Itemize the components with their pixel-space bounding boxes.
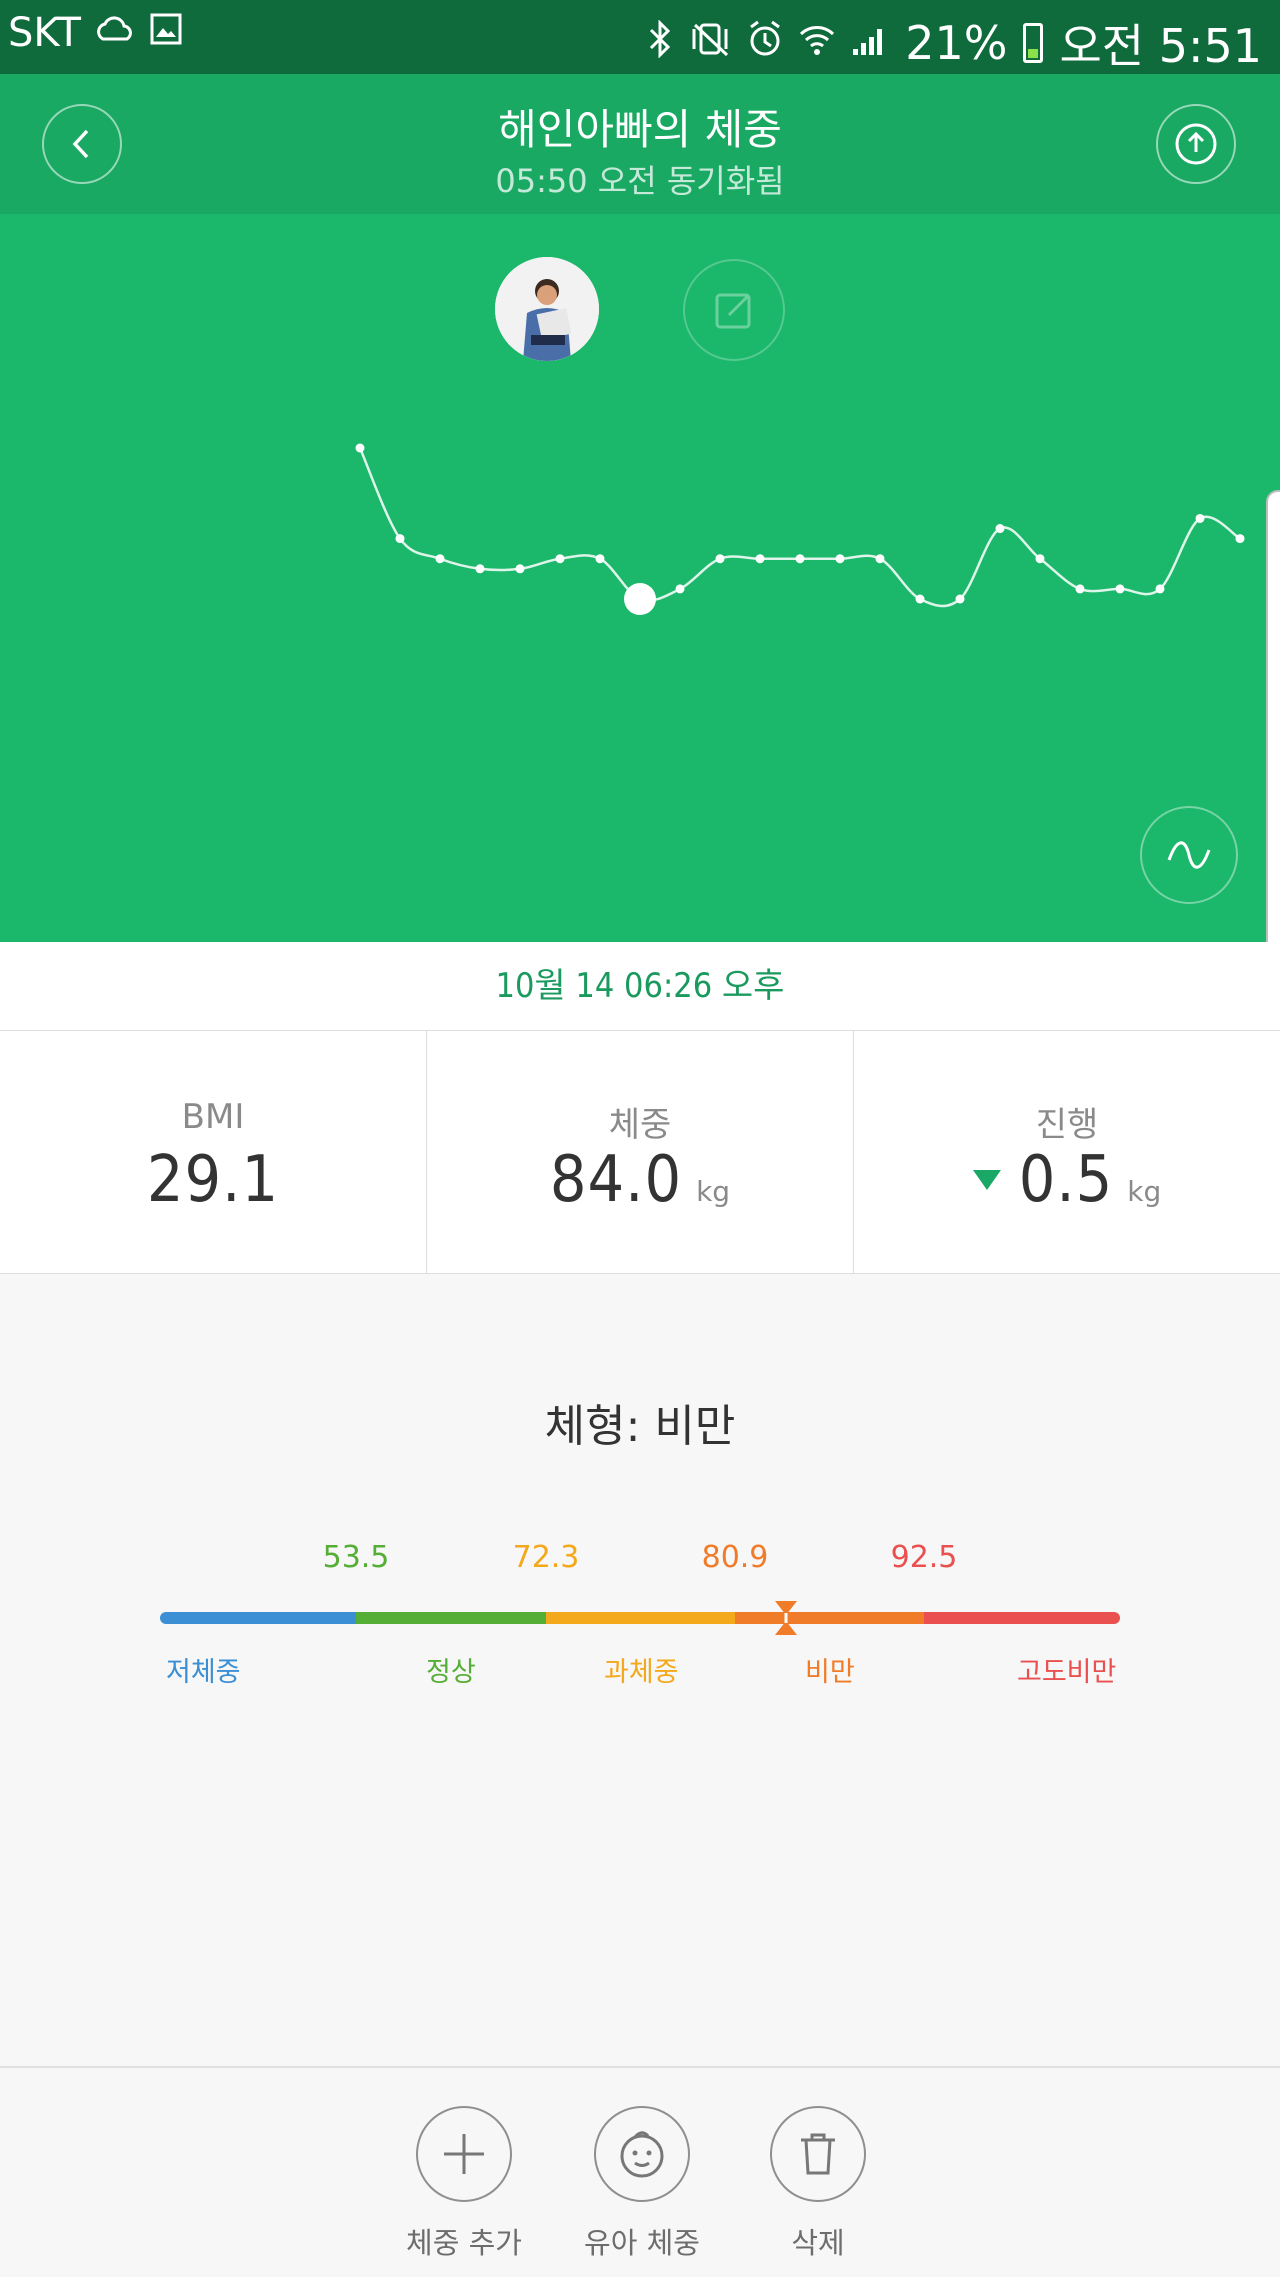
progress-stat: 진행 0.5 kg [853, 1031, 1280, 1273]
gallery-icon [149, 12, 183, 55]
progress-value: 0.5 [1018, 1143, 1114, 1217]
weight-label: 체중 [608, 1105, 672, 1145]
bluetooth-icon [647, 18, 673, 67]
data-point[interactable] [1115, 584, 1125, 594]
data-point[interactable] [475, 564, 485, 574]
clock: 오전 5:51 [1059, 19, 1262, 73]
data-point[interactable] [915, 594, 925, 604]
weight-unit: kg [696, 1175, 731, 1208]
data-point[interactable] [595, 554, 605, 564]
data-point[interactable] [675, 584, 685, 594]
cloud-sync-icon [95, 13, 135, 54]
weight-value: 84.0 [549, 1143, 683, 1217]
baby-weight-button[interactable]: 유아 체중 [572, 2106, 712, 2262]
category-underweight: 저체중 [166, 1657, 241, 1688]
wifi-icon [799, 22, 835, 65]
data-point[interactable] [515, 564, 525, 574]
scale-segment-severely-obese [924, 1612, 1120, 1624]
scale-segment-obese [735, 1612, 924, 1624]
data-point[interactable] [875, 554, 885, 564]
data-point[interactable] [995, 524, 1005, 534]
scale-segment-underweight [160, 1612, 356, 1624]
add-weight-button[interactable]: 체중 추가 [394, 2106, 534, 2262]
weight-stat: 체중 84.0 kg [426, 1031, 853, 1273]
data-point[interactable] [355, 443, 365, 453]
trash-icon [801, 2133, 835, 2175]
baby-weight-label: 유아 체중 [584, 2226, 700, 2260]
data-point[interactable] [755, 554, 765, 564]
status-bar: SKT 21% 오전 5:51 [0, 0, 1280, 74]
battery-icon [1023, 23, 1044, 63]
category-obese: 비만 [805, 1657, 855, 1688]
data-point[interactable] [1195, 513, 1205, 523]
scale-segment-overweight [546, 1612, 735, 1624]
plus-icon [444, 2134, 484, 2174]
edge-panel-handle[interactable] [1266, 490, 1280, 1006]
alarm-icon [747, 20, 783, 67]
progress-label: 진행 [1035, 1105, 1099, 1145]
data-point[interactable] [955, 594, 965, 604]
scale-segment-normal [356, 1612, 546, 1624]
threshold-label: 72.3 [512, 1540, 580, 1575]
category-normal: 정상 [426, 1657, 476, 1688]
data-point[interactable] [715, 554, 725, 564]
data-point[interactable] [1155, 584, 1165, 594]
data-point[interactable] [555, 554, 565, 564]
wave-icon [1167, 841, 1211, 869]
threshold-label: 53.5 [322, 1540, 390, 1575]
progress-unit: kg [1127, 1175, 1162, 1208]
weight-series-line [358, 447, 1241, 608]
chart-mode-button[interactable] [1140, 806, 1238, 904]
bmi-label: BMI [181, 1097, 245, 1137]
selected-date: 10월 14 06:26 오후 [0, 942, 1280, 1031]
weight-chart-panel: 해인아빠의 체중 05:50 오전 동기화됨 [0, 74, 1280, 942]
battery-percent: 21% [905, 16, 1008, 70]
data-point[interactable] [835, 554, 845, 564]
vibrate-icon [689, 21, 731, 66]
bottom-action-bar: 체중 추가 유아 체중 삭제 [0, 2066, 1280, 2277]
signal-icon [851, 21, 889, 66]
stats-row: BMI 29.1 체중 84.0 kg 진행 0.5 kg [0, 1031, 1280, 1274]
down-arrow-icon [972, 1170, 1001, 1190]
threshold-label: 80.9 [701, 1540, 769, 1575]
add-weight-label: 체중 추가 [406, 2226, 522, 2260]
category-overweight: 과체중 [604, 1657, 679, 1688]
threshold-label: 92.5 [890, 1540, 958, 1575]
baby-face-icon [620, 2131, 664, 2178]
selected-data-point[interactable] [624, 583, 656, 615]
data-point[interactable] [395, 534, 405, 544]
data-point[interactable] [1235, 534, 1245, 544]
body-type-scale: 53.5 72.3 80.9 92.5 저체중 정상 과체중 비만 고도비만 [160, 1520, 1120, 1688]
data-point[interactable] [1075, 584, 1085, 594]
bmi-value: 29.1 [146, 1143, 280, 1217]
current-position-marker [775, 1601, 797, 1635]
delete-label: 삭제 [791, 2226, 845, 2260]
carrier-label: SKT [8, 10, 81, 56]
bmi-stat: BMI 29.1 [0, 1031, 426, 1273]
data-point[interactable] [1035, 554, 1045, 564]
data-point[interactable] [435, 554, 445, 564]
body-type-label: 체형: 비만 [544, 1401, 736, 1452]
category-severely-obese: 고도비만 [1017, 1657, 1117, 1688]
delete-button[interactable]: 삭제 [748, 2106, 888, 2262]
data-point[interactable] [795, 554, 805, 564]
weight-line-chart[interactable] [0, 74, 1280, 942]
